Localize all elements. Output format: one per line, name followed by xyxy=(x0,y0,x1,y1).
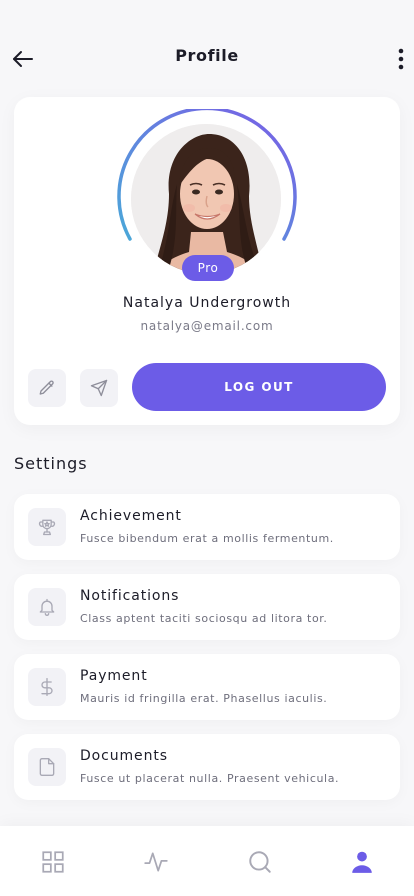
settings-item-notifications[interactable]: Notifications Class aptent taciti socios… xyxy=(14,574,400,640)
user-email: natalya@email.com xyxy=(140,319,274,333)
user-name: Natalya Undergrowth xyxy=(122,295,292,311)
nav-item-dashboard[interactable] xyxy=(39,848,67,876)
settings-item-title: Payment xyxy=(80,668,148,684)
profile-card: Pro Natalya Undergrowth natalya@email.co… xyxy=(14,97,400,425)
send-icon xyxy=(90,379,108,397)
settings-item-subtitle: Fusce ut placerat nulla. Praesent vehicu… xyxy=(80,772,340,785)
activity-icon xyxy=(144,852,168,872)
nav-item-activity[interactable] xyxy=(142,848,170,876)
settings-item-title: Notifications xyxy=(80,588,180,604)
avatar xyxy=(131,124,281,274)
send-button[interactable] xyxy=(80,369,118,407)
more-menu-button[interactable] xyxy=(394,46,408,72)
page-title: Profile xyxy=(175,46,239,65)
document-icon xyxy=(39,758,55,776)
settings-icon-box xyxy=(28,508,66,546)
trophy-icon xyxy=(38,519,56,536)
pro-badge: Pro xyxy=(182,255,234,281)
settings-item-subtitle: Fusce bibendum erat a mollis fermentum. xyxy=(80,532,334,545)
search-icon xyxy=(249,851,271,873)
top-bar: Profile xyxy=(0,0,414,110)
settings-icon-box xyxy=(28,588,66,626)
settings-icon-box xyxy=(28,748,66,786)
more-vertical-icon xyxy=(398,48,404,70)
dollar-icon xyxy=(41,678,53,696)
edit-profile-button[interactable] xyxy=(28,369,66,407)
nav-item-profile[interactable] xyxy=(348,848,376,876)
pencil-icon xyxy=(39,380,54,395)
bell-icon xyxy=(39,598,55,616)
settings-icon-box xyxy=(28,668,66,706)
avatar-image xyxy=(131,124,281,274)
settings-item-documents[interactable]: Documents Fusce ut placerat nulla. Praes… xyxy=(14,734,400,800)
settings-item-payment[interactable]: Payment Mauris id fringilla erat. Phasel… xyxy=(14,654,400,720)
grid-icon xyxy=(42,851,64,873)
logout-button[interactable]: LOG OUT xyxy=(132,363,386,411)
settings-item-subtitle: Class aptent taciti sociosqu ad litora t… xyxy=(80,612,328,625)
settings-item-title: Achievement xyxy=(80,508,182,524)
bottom-navigation xyxy=(0,826,414,896)
settings-item-title: Documents xyxy=(80,748,168,764)
settings-item-subtitle: Mauris id fringilla erat. Phasellus iacu… xyxy=(80,692,328,705)
settings-item-achievement[interactable]: Achievement Fusce bibendum erat a mollis… xyxy=(14,494,400,560)
nav-item-search[interactable] xyxy=(246,848,274,876)
settings-heading: Settings xyxy=(14,454,88,473)
user-icon xyxy=(352,851,372,873)
